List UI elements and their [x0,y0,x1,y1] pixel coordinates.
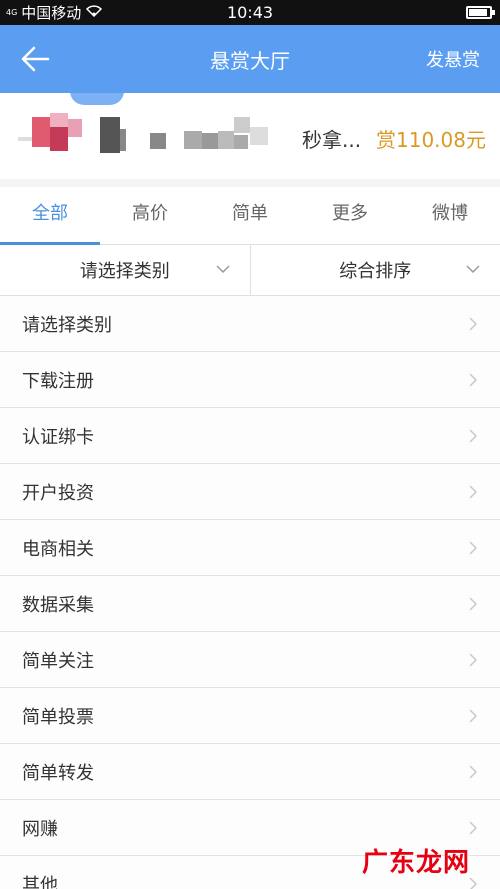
list-item-label: 网赚 [22,818,58,840]
list-item[interactable]: 开户投资 [0,464,500,520]
chevron-right-icon [469,373,478,387]
tab-weibo[interactable]: 微博 [400,187,500,244]
chevron-right-icon [469,709,478,723]
category-list: 请选择类别 下载注册 认证绑卡 开户投资 电商相关 数据采集 简单关注 简单投票… [0,296,500,889]
category-filter-label: 请选择类别 [79,261,170,282]
category-filter-dropdown[interactable]: 请选择类别 [0,245,250,295]
list-item[interactable]: 认证绑卡 [0,408,500,464]
page-title: 悬赏大厅 [210,48,290,73]
category-tabs: 全部 高价 简单 更多 微博 [0,187,500,245]
list-item[interactable]: 简单关注 [0,632,500,688]
clock: 10:43 [226,3,274,22]
list-item-label: 简单投票 [22,706,94,728]
post-reward-button[interactable]: 发悬赏 [426,46,480,72]
sort-label: 综合排序 [339,261,412,282]
battery-icon [466,6,495,19]
chevron-right-icon [469,597,478,611]
list-item[interactable]: 简单转发 [0,744,500,800]
list-item[interactable]: 电商相关 [0,520,500,576]
ticker-task-title: 秒拿... [302,128,362,152]
ticker-reward-amount: 赏110.08元 [376,128,486,152]
chevron-right-icon [469,485,478,499]
chevron-right-icon [469,429,478,443]
list-item-label: 简单关注 [22,650,94,672]
tab-high-price[interactable]: 高价 [100,187,200,244]
list-item-label: 下载注册 [22,370,94,392]
chevron-right-icon [469,821,478,835]
list-item[interactable]: 数据采集 [0,576,500,632]
chevron-right-icon [469,317,478,331]
tab-all[interactable]: 全部 [0,187,100,245]
list-item-label: 数据采集 [22,594,94,616]
chevron-down-icon [215,265,230,274]
status-bar: 4G 中国移动 10:43 [0,0,500,25]
watermark: 广东龙网 [361,848,470,878]
chevron-right-icon [469,765,478,779]
sort-dropdown[interactable]: 综合排序 [249,245,500,295]
list-item-label: 其他 [22,874,58,889]
list-item-label: 认证绑卡 [22,426,94,448]
list-item-label: 简单转发 [22,762,94,784]
chevron-right-icon [469,541,478,555]
list-item[interactable]: 下载注册 [0,352,500,408]
list-item-label: 开户投资 [22,482,94,504]
list-item[interactable]: 请选择类别 [0,296,500,352]
list-item-label: 电商相关 [22,538,94,560]
tab-more[interactable]: 更多 [300,187,400,244]
chevron-right-icon [469,653,478,667]
list-item[interactable]: 简单投票 [0,688,500,744]
chevron-down-icon [466,265,480,274]
filter-bar: 请选择类别 综合排序 [0,245,500,296]
list-item-label: 请选择类别 [22,314,112,336]
tab-simple[interactable]: 简单 [200,187,300,244]
pixelated-content [70,91,124,105]
app-header: 悬赏大厅 发悬赏 [0,25,500,93]
